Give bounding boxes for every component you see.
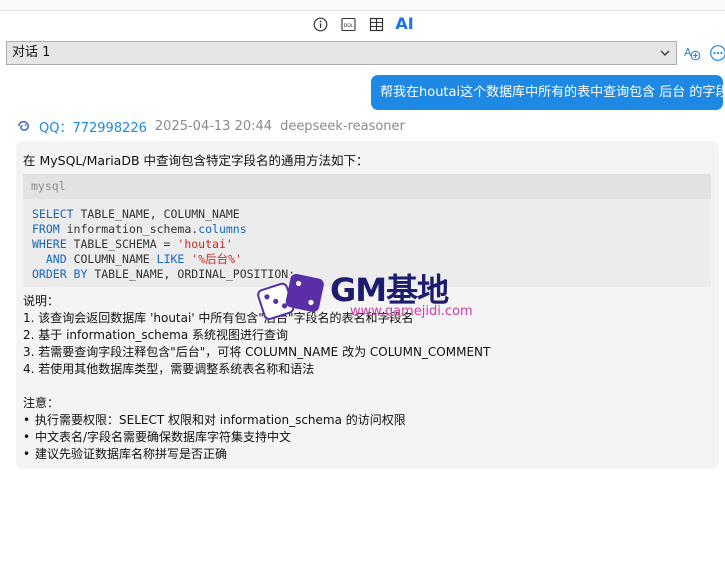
code-body: SELECT TABLE_NAME, COLUMN_NAME FROM infor… — [23, 199, 711, 282]
ai-button[interactable]: AI — [395, 15, 413, 33]
assistant-reply: 在 MySQL/MariaDB 中查询包含特定字段名的通用方法如下： mysql… — [16, 141, 719, 469]
explain-item-3: 3. 若需要查询字段注释包含"后台"，可将 COLUMN_NAME 改为 COL… — [23, 345, 491, 359]
note-item-1: 执行需要权限：SELECT 权限和对 information_schema 的访… — [35, 413, 406, 427]
note-item-2: 中文表名/字段名需要确保数据库字符集支持中文 — [35, 430, 292, 444]
chevron-down-icon — [659, 46, 671, 60]
code-line-4: AND COLUMN_NAME LIKE '%后台%' — [45, 252, 242, 266]
note-item: • 中文表名/字段名需要确保数据库字符集支持中文 — [23, 429, 490, 446]
bullet: • — [23, 413, 31, 427]
info-circle-icon[interactable] — [311, 15, 329, 33]
bullet: • — [23, 447, 31, 461]
note-item: • 执行需要权限：SELECT 权限和对 information_schema 的… — [23, 412, 490, 429]
more-icon[interactable] — [708, 43, 725, 63]
reply-timestamp: 2025-04-13 20:44 — [154, 118, 273, 134]
reply-notes: 说明： 1. 该查询会返回数据库 'houtai' 中所有包含"后台"字段名的表… — [23, 293, 490, 463]
reply-sender[interactable]: QQ：772998226 — [39, 117, 147, 136]
conversation-row: 对话 1 A — [6, 41, 725, 65]
svg-text:A: A — [684, 46, 692, 59]
ddl-icon[interactable]: DDL — [339, 15, 357, 33]
code-line: WHERE TABLE_SCHEMA = 'houtai' — [32, 237, 711, 252]
note-title: 注意： — [23, 396, 60, 410]
code-line-5: ORDER BY TABLE_NAME, ORDINAL_POSITION; — [32, 267, 296, 281]
conversation-select[interactable]: 对话 1 — [6, 41, 677, 65]
reply-model: deepseek-reasoner — [280, 118, 405, 134]
code-line: SELECT TABLE_NAME, COLUMN_NAME — [32, 207, 711, 222]
add-conversation-icon[interactable]: A — [682, 43, 702, 63]
explain-item-1: 1. 该查询会返回数据库 'houtai' 中所有包含"后台"字段名的表名和字段… — [23, 311, 414, 325]
code-line: ORDER BY TABLE_NAME, ORDINAL_POSITION; — [32, 267, 711, 282]
code-block: mysql SELECT TABLE_NAME, COLUMN_NAME FROM… — [23, 174, 711, 287]
code-line: FROM information_schema.columns — [32, 222, 711, 237]
note-item: • 建议先验证数据库名称拼写是否正确 — [23, 446, 490, 463]
bullet: • — [23, 430, 31, 444]
explain-item-2: 2. 基于 information_schema 系统视图进行查询 — [23, 328, 289, 342]
explain-title: 说明： — [23, 294, 60, 308]
window-top-strip — [0, 0, 725, 11]
code-line-3: WHERE TABLE_SCHEMA = 'houtai' — [32, 237, 233, 251]
user-message-bubble: 帮我在houtai这个数据库中所有的表中查询包含 后台 的字段 — [371, 75, 725, 110]
reply-meta: QQ：772998226 2025-04-13 20:44 deepseek-r… — [17, 117, 405, 136]
code-language-label: mysql — [23, 174, 711, 199]
svg-text:DDL: DDL — [344, 22, 354, 28]
code-line-2: FROM information_schema.columns — [32, 222, 247, 236]
code-line: AND COLUMN_NAME LIKE '%后台%' — [32, 252, 711, 267]
assistant-icon — [17, 119, 31, 133]
layout-icon[interactable] — [367, 15, 385, 33]
toolbar: DDL AI — [0, 14, 725, 34]
code-line-1: SELECT TABLE_NAME, COLUMN_NAME — [32, 207, 240, 221]
conversation-select-value: 对话 1 — [12, 45, 51, 60]
note-item-3: 建议先验证数据库名称拼写是否正确 — [35, 447, 228, 461]
reply-intro: 在 MySQL/MariaDB 中查询包含特定字段名的通用方法如下： — [23, 153, 369, 168]
explain-item-4: 4. 若使用其他数据库类型，需要调整系统表名称和语法 — [23, 362, 315, 376]
